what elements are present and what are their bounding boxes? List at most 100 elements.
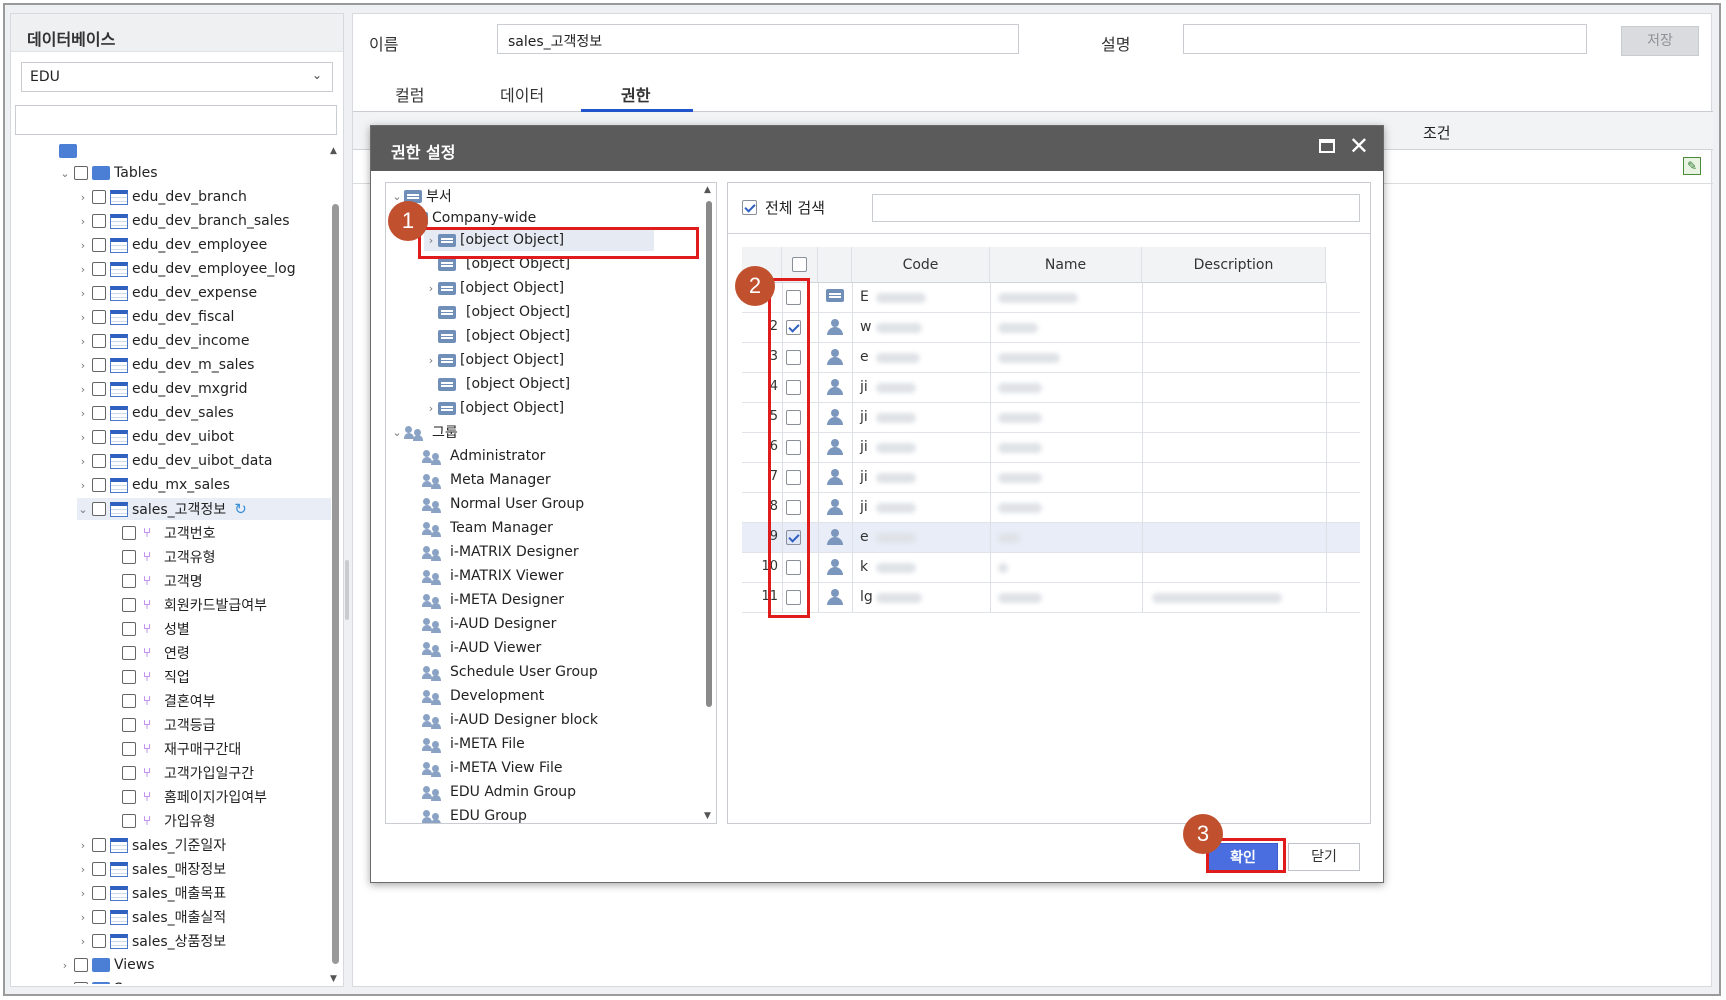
tree-item-column[interactable]: ⑂ 고객번호 <box>119 522 216 544</box>
close-icon[interactable]: ✕ <box>1349 132 1369 160</box>
tree-checkbox[interactable] <box>122 718 136 732</box>
tree-item-dept[interactable]: › [object Object] <box>424 397 564 419</box>
chevron-right-icon[interactable]: › <box>77 383 89 396</box>
table-row[interactable]: 2w <box>742 313 1360 343</box>
tree-item-table[interactable]: › edu_dev_branch <box>77 186 247 208</box>
tree-item-table[interactable]: › edu_dev_employee_log <box>77 258 296 280</box>
tree-item-table[interactable]: › edu_dev_uibot_data <box>77 450 273 472</box>
table-row[interactable]: 8 ji <box>742 493 1360 523</box>
tree-checkbox[interactable] <box>122 670 136 684</box>
tree-item-group[interactable]: i-MATRIX Viewer <box>422 565 564 587</box>
tree-checkbox[interactable] <box>122 598 136 612</box>
tree-item-table[interactable]: › sales_매출목표 <box>77 882 226 904</box>
full-search-checkbox[interactable] <box>742 200 757 215</box>
tree-item-column[interactable]: ⑂ 가입유형 <box>119 810 216 832</box>
tree-checkbox[interactable] <box>74 166 88 180</box>
tree-item-group[interactable]: Normal User Group <box>422 493 584 515</box>
tree-checkbox[interactable] <box>122 694 136 708</box>
tree-item-column[interactable]: ⑂ 재구매구간대 <box>119 738 241 760</box>
chevron-right-icon[interactable]: › <box>77 335 89 348</box>
chevron-right-icon[interactable]: › <box>59 983 71 985</box>
tree-checkbox[interactable] <box>92 286 106 300</box>
org-tree-scrollbar[interactable]: ▲ ▼ <box>704 185 714 821</box>
tree-item-group[interactable]: Administrator <box>422 445 545 467</box>
tree-item-group[interactable]: Development <box>422 685 544 707</box>
tree-item-synonyms[interactable]: › Synonyms <box>59 978 187 984</box>
scroll-down-icon[interactable]: ▼ <box>704 811 711 821</box>
chevron-right-icon[interactable]: › <box>77 287 89 300</box>
tree-item-column[interactable]: ⑂ 연령 <box>119 642 190 664</box>
tree-checkbox[interactable] <box>122 646 136 660</box>
tree-checkbox[interactable] <box>92 886 106 900</box>
tree-checkbox[interactable] <box>122 574 136 588</box>
scroll-thumb[interactable] <box>706 201 712 707</box>
tree-item-table[interactable]: › edu_dev_expense <box>77 282 257 304</box>
panel-splitter[interactable] <box>345 560 349 620</box>
tree-item-column[interactable]: ⑂ 고객등급 <box>119 714 216 736</box>
tree-item-company[interactable]: Company-wide <box>410 207 536 229</box>
select-all-checkbox[interactable] <box>792 257 807 272</box>
tree-checkbox[interactable] <box>92 406 106 420</box>
tree-item-table[interactable]: › sales_매출실적 <box>77 906 226 928</box>
tree-checkbox[interactable] <box>122 622 136 636</box>
chevron-down-icon[interactable]: ⌄ <box>59 167 71 180</box>
tree-item-group[interactable]: Meta Manager <box>422 469 551 491</box>
tree-checkbox[interactable] <box>92 910 106 924</box>
chevron-down-icon[interactable]: ⌄ <box>390 426 404 439</box>
tree-checkbox[interactable] <box>122 526 136 540</box>
tree-item-table[interactable]: › edu_dev_uibot <box>77 426 234 448</box>
user-search-input[interactable] <box>872 194 1360 222</box>
description-input[interactable] <box>1183 24 1587 54</box>
tree-item-table-selected[interactable]: ⌄ sales_고객정보 ↻ <box>77 498 331 520</box>
scroll-up-icon[interactable]: ▲ <box>704 185 711 195</box>
tree-item-group[interactable]: Team Manager <box>422 517 553 539</box>
tree-item-group[interactable]: EDU Admin Group <box>422 781 576 803</box>
chevron-right-icon[interactable]: › <box>77 863 89 876</box>
table-row[interactable]: 4 ji <box>742 373 1360 403</box>
tree-scrollbar[interactable]: ▲ ▼ <box>329 144 341 984</box>
tree-item-column[interactable]: ⑂ 고객유형 <box>119 546 216 568</box>
tree-checkbox[interactable] <box>122 766 136 780</box>
tree-item-column[interactable]: ⑂ 결혼여부 <box>119 690 216 712</box>
tree-checkbox[interactable] <box>92 430 106 444</box>
tree-checkbox[interactable] <box>92 214 106 228</box>
tree-item-table[interactable]: › edu_mx_sales <box>77 474 230 496</box>
table-row[interactable]: 5 ji <box>742 403 1360 433</box>
tree-item-dept[interactable]: › [object Object] <box>424 277 564 299</box>
tree-item-group[interactable]: i-META File <box>422 733 525 755</box>
full-search-toggle[interactable]: 전체 검색 <box>742 197 825 218</box>
tree-checkbox[interactable] <box>92 454 106 468</box>
tree-checkbox[interactable] <box>92 190 106 204</box>
tree-item-table[interactable]: › edu_dev_employee <box>77 234 267 256</box>
chevron-right-icon[interactable]: › <box>424 282 438 295</box>
close-button[interactable]: 닫기 <box>1288 843 1360 871</box>
tree-checkbox[interactable] <box>92 934 106 948</box>
chevron-right-icon[interactable]: › <box>77 239 89 252</box>
tree-item-table[interactable]: › edu_dev_fiscal <box>77 306 235 328</box>
tree-checkbox[interactable] <box>92 358 106 372</box>
tree-item-group[interactable]: i-AUD Designer block <box>422 709 598 731</box>
table-row[interactable]: 7 ji <box>742 463 1360 493</box>
tree-item-dept[interactable]: [object Object] <box>424 373 570 395</box>
save-button[interactable]: 저장 <box>1621 26 1699 56</box>
tree-checkbox[interactable] <box>122 814 136 828</box>
tree-item-column[interactable]: ⑂ 고객명 <box>119 570 203 592</box>
scroll-thumb[interactable] <box>332 204 339 964</box>
tree-item-schema[interactable] <box>59 144 81 162</box>
name-input[interactable]: sales_고객정보 <box>497 24 1019 54</box>
tree-item-tables[interactable]: ⌄ Tables <box>59 162 157 184</box>
chevron-right-icon[interactable]: › <box>77 911 89 924</box>
scroll-down-icon[interactable]: ▼ <box>330 974 337 984</box>
tab-data[interactable]: 데이터 <box>500 82 544 106</box>
tree-checkbox[interactable] <box>92 238 106 252</box>
chevron-right-icon[interactable]: › <box>77 191 89 204</box>
tree-item-dept[interactable]: [object Object] <box>424 325 570 347</box>
tree-item-table[interactable]: › edu_dev_sales <box>77 402 234 424</box>
scroll-up-icon[interactable]: ▲ <box>330 146 337 156</box>
tree-item-views[interactable]: › Views <box>59 954 155 976</box>
tree-item-column[interactable]: ⑂ 성별 <box>119 618 190 640</box>
chevron-right-icon[interactable]: › <box>77 407 89 420</box>
chevron-right-icon[interactable]: › <box>77 215 89 228</box>
tree-checkbox[interactable] <box>92 862 106 876</box>
tree-item-group[interactable]: EDU Group <box>422 805 527 823</box>
